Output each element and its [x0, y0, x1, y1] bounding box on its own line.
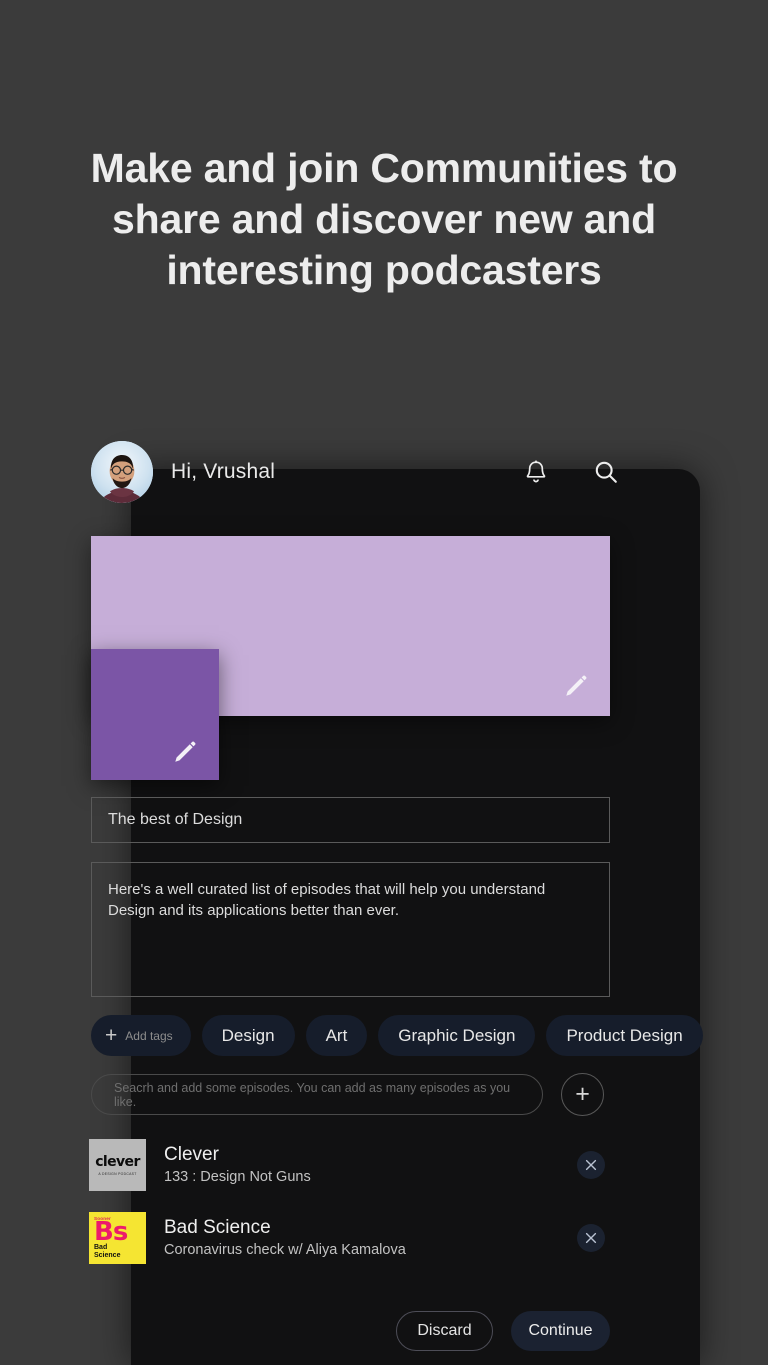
episode-search-input[interactable]: Seacrh and add some episodes. You can ad… — [91, 1074, 543, 1115]
episode-text: Bad Science Coronavirus check w/ Aliya K… — [164, 1216, 577, 1260]
header-icons — [521, 457, 621, 487]
bell-icon[interactable] — [521, 457, 551, 487]
tag-label: Graphic Design — [398, 1025, 516, 1045]
search-icon[interactable] — [591, 457, 621, 487]
cover-thumbnail-image[interactable] — [91, 649, 219, 780]
tag-chip[interactable]: Design — [201, 1015, 295, 1056]
screen: Make and join Communities to share and d… — [0, 0, 768, 1365]
plus-icon: + — [575, 1080, 590, 1108]
community-description-value: Here's a well curated list of episodes t… — [108, 881, 546, 919]
episode-artwork-word: clever — [95, 1154, 140, 1170]
episode-text: Clever 133 : Design Not Guns — [164, 1143, 577, 1187]
tag-label: Product Design — [566, 1025, 683, 1045]
add-episode-button[interactable]: + — [561, 1073, 604, 1116]
episode-list: clever A DESIGN PODCAST Clever 133 : Des… — [89, 1136, 611, 1282]
page-title: Make and join Communities to share and d… — [90, 145, 678, 293]
plus-icon: + — [105, 1024, 118, 1047]
avatar[interactable] — [91, 441, 153, 503]
tag-label: Art — [325, 1025, 348, 1045]
pencil-icon[interactable] — [171, 736, 201, 766]
community-title-value: The best of Design — [108, 811, 243, 828]
tags-row: + Add tags Design Art Graphic Design Pro… — [91, 1015, 711, 1056]
greeting-text: Hi, Vrushal — [171, 460, 276, 483]
community-title-input[interactable]: The best of Design — [91, 797, 610, 843]
cover-art-section — [91, 536, 621, 780]
close-icon[interactable] — [577, 1151, 605, 1179]
app-header: Hi, Vrushal — [91, 437, 621, 507]
tag-chip[interactable]: Art — [305, 1015, 368, 1056]
episode-artwork: Sooner Bs Bad Science — [89, 1212, 146, 1264]
tag-label: Design — [221, 1025, 275, 1045]
episode-artwork-subtext: A DESIGN PODCAST — [98, 1172, 137, 1176]
episode-artwork: clever A DESIGN PODCAST — [89, 1139, 146, 1191]
episode-search-placeholder: Seacrh and add some episodes. You can ad… — [114, 1080, 511, 1109]
episode-search-row: Seacrh and add some episodes. You can ad… — [91, 1073, 611, 1116]
tag-chip[interactable]: Product Design — [546, 1015, 703, 1056]
tag-chip[interactable]: Graphic Design — [378, 1015, 536, 1056]
add-tags-button[interactable]: + Add tags — [91, 1015, 191, 1056]
community-description-input[interactable]: Here's a well curated list of episodes t… — [91, 862, 610, 997]
episode-title: Bad Science — [164, 1217, 271, 1238]
close-icon[interactable] — [577, 1224, 605, 1252]
episode-artwork-line1: Bad — [94, 1244, 108, 1251]
add-tags-label: Add tags — [125, 1028, 173, 1043]
continue-button[interactable]: Continue — [511, 1311, 610, 1351]
continue-label: Continue — [528, 1322, 593, 1339]
hero-section: Make and join Communities to share and d… — [0, 143, 768, 296]
list-item[interactable]: clever A DESIGN PODCAST Clever 133 : Des… — [89, 1136, 611, 1194]
list-item[interactable]: Sooner Bs Bad Science Bad Science Corona… — [89, 1209, 611, 1267]
pencil-icon[interactable] — [562, 670, 592, 700]
episode-subtitle: 133 : Design Not Guns — [164, 1169, 311, 1185]
episode-title: Clever — [164, 1144, 219, 1165]
episode-artwork-line2: Science — [94, 1252, 121, 1259]
episode-subtitle: Coronavirus check w/ Aliya Kamalova — [164, 1242, 406, 1258]
episode-artwork-word: Bs — [94, 1217, 128, 1247]
footer-actions: Discard Continue — [396, 1311, 610, 1351]
discard-button[interactable]: Discard — [396, 1311, 493, 1351]
discard-label: Discard — [417, 1322, 472, 1339]
avatar-image — [91, 441, 153, 503]
